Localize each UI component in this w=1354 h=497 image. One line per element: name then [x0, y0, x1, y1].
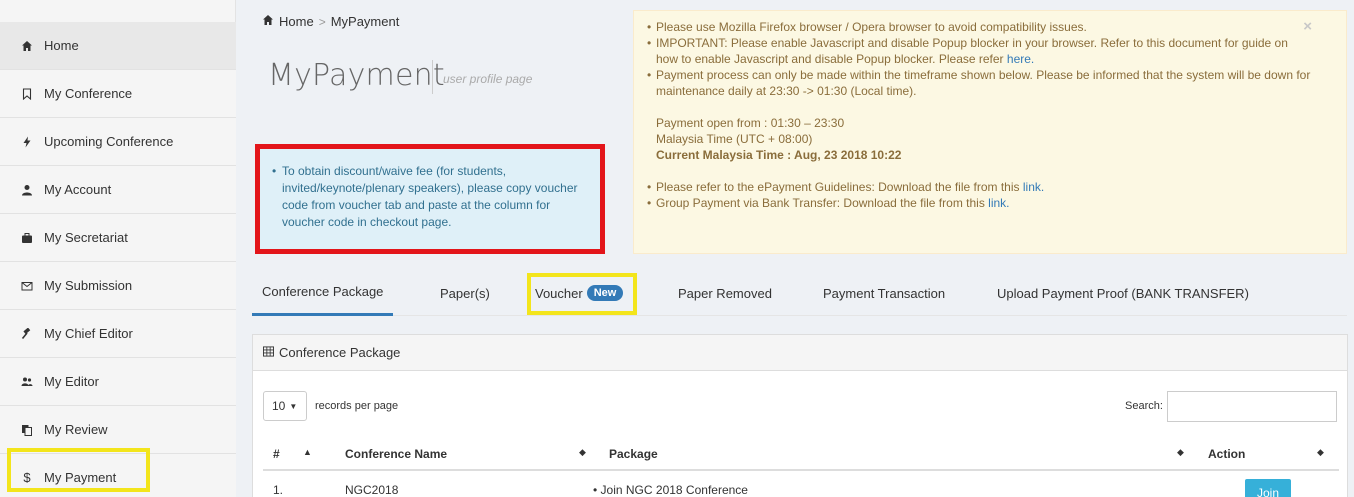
sidebar-item-label: Upcoming Conference	[44, 134, 174, 149]
sidebar-item-label: My Editor	[44, 374, 99, 389]
title-divider	[432, 60, 433, 94]
my-payment-highlight	[7, 448, 150, 492]
user-icon	[18, 184, 36, 196]
search-label: Search:	[1125, 400, 1163, 412]
page-subtitle: user profile page	[443, 72, 533, 86]
gavel-icon	[18, 327, 36, 340]
row-number: 1.	[273, 483, 284, 497]
sidebar-item-home[interactable]: Home	[0, 22, 236, 70]
column-header-action[interactable]: Action	[1208, 447, 1245, 461]
sidebar-item-label: My Secretariat	[44, 230, 128, 245]
panel-header: Conference Package	[253, 335, 1347, 371]
voucher-tab-highlight	[527, 273, 637, 315]
group-payment-link[interactable]: link.	[988, 196, 1009, 210]
sidebar-item-my-editor[interactable]: My Editor	[0, 358, 236, 406]
sidebar-item-label: My Conference	[44, 86, 133, 101]
tab-upload-payment-proof[interactable]: Upload Payment Proof (BANK TRANSFER)	[997, 270, 1249, 316]
breadcrumb-separator: >	[318, 14, 326, 29]
payment-tabs: Conference Package Paper(s) Voucher New P…	[252, 270, 1347, 316]
voucher-info-text: To obtain discount/waive fee (for studen…	[272, 163, 586, 231]
sidebar-item-my-submission[interactable]: My Submission	[0, 262, 236, 310]
bookmark-icon	[18, 87, 36, 100]
tab-paper-removed[interactable]: Paper Removed	[678, 270, 772, 316]
sidebar-item-my-secretariat[interactable]: My Secretariat	[0, 214, 236, 262]
sidebar: Home My Conference Upcoming Conference M…	[0, 0, 236, 497]
sidebar-item-label: My Chief Editor	[44, 326, 133, 341]
breadcrumb-current: MyPayment	[330, 14, 400, 29]
bolt-icon	[18, 136, 36, 148]
sidebar-item-label: My Submission	[44, 278, 133, 293]
page-title: MyPayment	[268, 58, 445, 93]
home-icon[interactable]	[262, 14, 274, 29]
sort-icon[interactable]: ◆	[1177, 447, 1184, 458]
guidelines-link[interactable]: link.	[1023, 180, 1044, 194]
warning-line-browser: Please use Mozilla Firefox browser / Ope…	[647, 19, 1312, 35]
warning-line-javascript: IMPORTANT: Please enable Javascript and …	[647, 35, 1312, 67]
column-header-number[interactable]: #	[273, 447, 280, 461]
breadcrumb: Home > MyPayment	[262, 14, 399, 29]
current-time: Current Malaysia Time : Aug, 23 2018 10:…	[656, 148, 902, 162]
sidebar-item-upcoming-conference[interactable]: Upcoming Conference	[0, 118, 236, 166]
row-package: • Join NGC 2018 Conference	[593, 483, 748, 497]
sort-icon[interactable]: ◆	[1317, 447, 1324, 458]
sidebar-item-label: Home	[44, 38, 79, 53]
tab-conference-package[interactable]: Conference Package	[252, 270, 394, 316]
copy-icon	[18, 424, 36, 436]
voucher-info-note: To obtain discount/waive fee (for studen…	[255, 144, 605, 254]
sidebar-item-my-account[interactable]: My Account	[0, 166, 236, 214]
briefcase-icon	[18, 232, 36, 244]
warning-line-guidelines: Please refer to the ePayment Guidelines:…	[647, 179, 1312, 195]
tab-papers[interactable]: Paper(s)	[440, 270, 490, 316]
sidebar-item-label: My Account	[44, 182, 112, 197]
sort-asc-icon[interactable]: ▲	[303, 447, 312, 457]
home-icon	[18, 40, 36, 52]
sidebar-item-label: My Review	[44, 422, 108, 437]
records-per-page-label: records per page	[315, 400, 399, 412]
warning-alert: × Please use Mozilla Firefox browser / O…	[633, 10, 1347, 254]
column-header-conference-name[interactable]: Conference Name	[345, 447, 447, 461]
warning-line-group-payment: Group Payment via Bank Transfer: Downloa…	[647, 195, 1312, 211]
join-button[interactable]: Join	[1245, 479, 1291, 497]
warning-line-timeframe: Payment process can only be made within …	[647, 67, 1312, 99]
sidebar-item-my-conference[interactable]: My Conference	[0, 70, 236, 118]
conference-package-panel: Conference Package 10 ▼ records per page …	[252, 334, 1348, 497]
guide-here-link[interactable]: here.	[1007, 52, 1034, 66]
sidebar-item-my-review[interactable]: My Review	[0, 406, 236, 454]
tab-payment-transaction[interactable]: Payment Transaction	[823, 270, 945, 316]
panel-title: Conference Package	[279, 345, 401, 360]
column-header-package[interactable]: Package	[609, 447, 658, 461]
envelope-icon	[18, 280, 36, 292]
users-icon	[18, 376, 36, 388]
row-conference-name: NGC2018	[345, 483, 399, 497]
sidebar-item-my-chief-editor[interactable]: My Chief Editor	[0, 310, 236, 358]
payment-timezone: Malaysia Time (UTC + 08:00)	[656, 132, 813, 146]
search-input[interactable]	[1167, 391, 1337, 422]
caret-down-icon: ▼	[289, 401, 298, 411]
records-per-page-select[interactable]: 10 ▼	[263, 391, 307, 421]
table-header-divider	[263, 469, 1339, 471]
sort-icon[interactable]: ◆	[579, 447, 586, 458]
breadcrumb-home-link[interactable]: Home	[279, 14, 314, 29]
payment-open-time: Payment open from : 01:30 – 23:30	[656, 116, 845, 130]
table-icon	[263, 345, 274, 360]
